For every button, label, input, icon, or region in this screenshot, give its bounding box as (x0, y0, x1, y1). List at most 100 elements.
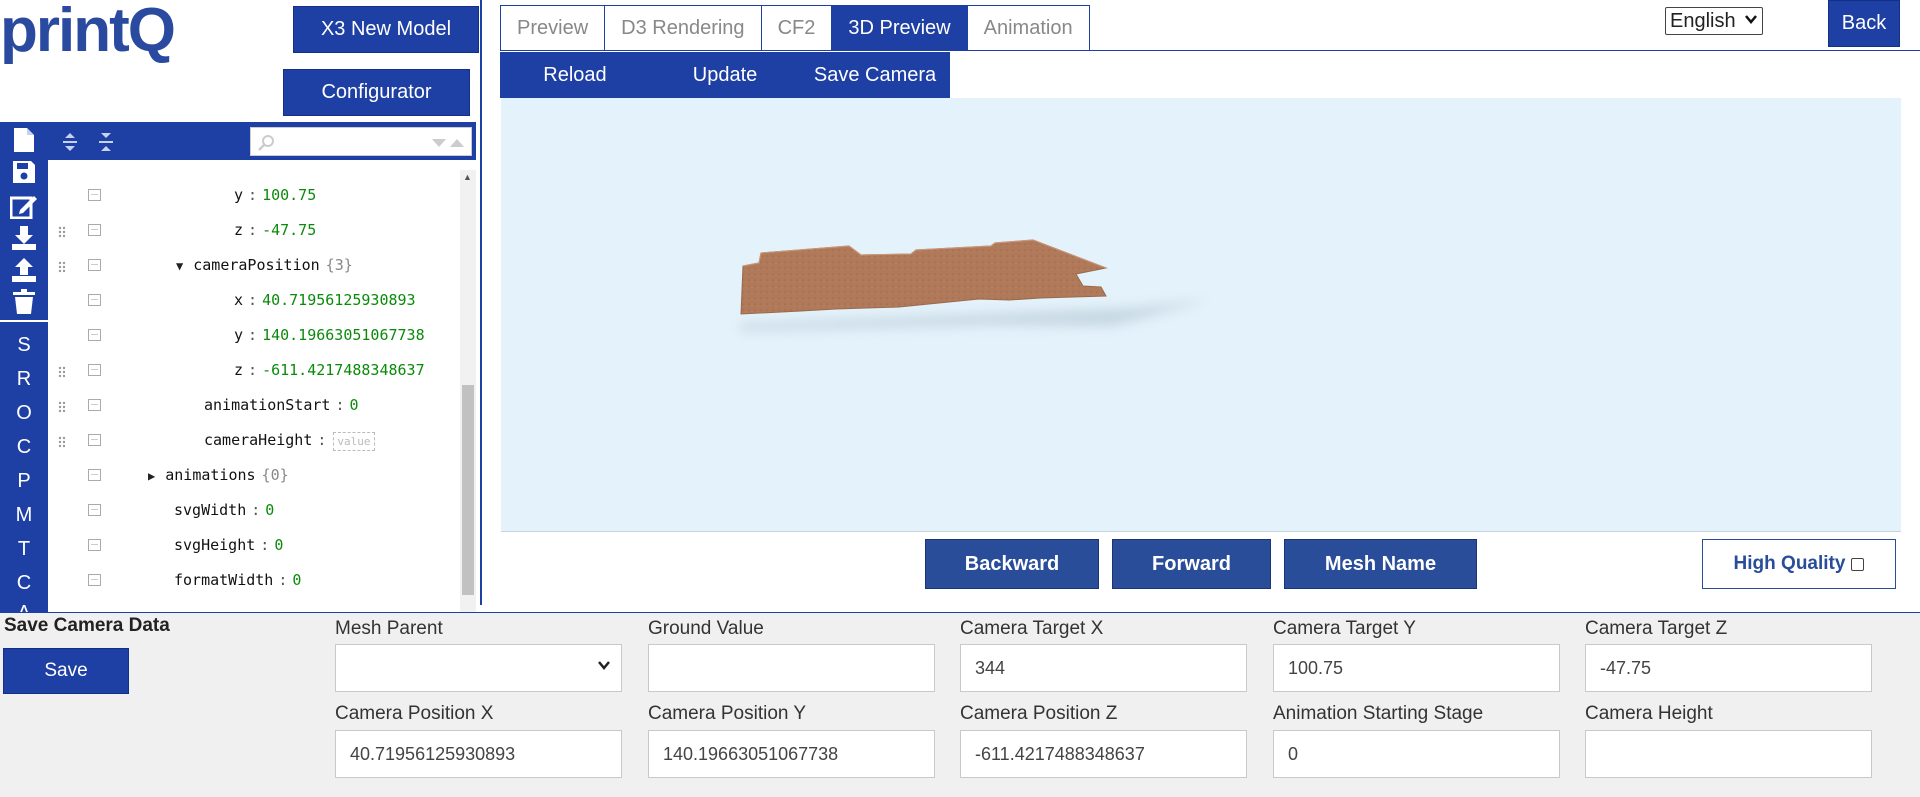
row-menu-icon[interactable] (88, 224, 101, 236)
tree-scrollbar-thumb[interactable] (462, 385, 474, 595)
tree-row[interactable]: cameraHeight: value (48, 423, 460, 457)
tree-row[interactable]: x:40.71956125930893 (48, 283, 460, 317)
row-menu-icon[interactable] (88, 434, 101, 446)
camera-target-z-input[interactable]: -47.75 (1585, 644, 1872, 692)
camera-target-z-label: Camera Target Z (1585, 618, 1728, 639)
camera-position-y-label: Camera Position Y (648, 703, 807, 724)
camera-height-label: Camera Height (1585, 703, 1713, 724)
forward-button[interactable]: Forward (1112, 539, 1271, 589)
side-nav-t[interactable]: T (0, 538, 48, 561)
search-previous-icon[interactable] (431, 136, 447, 154)
tree-row[interactable]: y:140.19663051067738 (48, 318, 460, 352)
camera-position-y-input[interactable]: 140.19663051067738 (648, 730, 935, 778)
language-selected: English (1670, 9, 1736, 32)
tree-row[interactable]: svgHeight:0 (48, 528, 460, 562)
tab-d3-rendering[interactable]: D3 Rendering (605, 6, 762, 50)
row-menu-icon[interactable] (88, 189, 101, 201)
row-menu-icon[interactable] (88, 574, 101, 586)
camera-target-x-input[interactable]: 344 (960, 644, 1247, 692)
save-camera-data-title: Save Camera Data (4, 615, 170, 636)
camera-position-z-label: Camera Position Z (960, 703, 1118, 724)
collapsed-triangle-icon[interactable]: ▶ (148, 469, 155, 483)
mesh-name-button[interactable]: Mesh Name (1284, 539, 1477, 589)
tree-row[interactable]: ▶ animations {0} (48, 458, 460, 492)
save-button[interactable]: Save (3, 648, 129, 694)
expand-all-icon[interactable] (62, 132, 78, 157)
new-file-icon[interactable] (10, 126, 38, 154)
backward-button[interactable]: Backward (925, 539, 1099, 589)
3d-viewport[interactable] (501, 98, 1901, 532)
camera-position-z-input[interactable]: -611.4217488348637 (960, 730, 1247, 778)
tab-cf2[interactable]: CF2 (761, 6, 833, 50)
row-menu-icon[interactable] (88, 259, 101, 271)
panel-divider (480, 0, 482, 605)
3d-model-mesh (739, 239, 1209, 331)
x3-new-model-button[interactable]: X3 New Model (293, 6, 479, 53)
row-menu-icon[interactable] (88, 364, 101, 376)
language-select[interactable]: English (1665, 7, 1763, 35)
drag-handle-icon[interactable] (58, 434, 66, 448)
tree-row[interactable]: ▼ cameraPosition {3} (48, 248, 460, 282)
collapse-all-icon[interactable] (98, 132, 114, 157)
mesh-parent-select[interactable] (335, 644, 622, 692)
side-nav-s[interactable]: S (0, 334, 48, 357)
drag-handle-icon[interactable] (58, 399, 66, 413)
edit-icon[interactable] (10, 192, 38, 220)
trash-icon[interactable] (10, 288, 38, 316)
side-nav-c2[interactable]: C (0, 572, 48, 595)
high-quality-checkbox[interactable] (1851, 557, 1865, 571)
scroll-up-arrow-icon[interactable]: ▲ (463, 172, 472, 182)
high-quality-label: High Quality (1733, 553, 1846, 574)
tree-row[interactable]: z: -611.4217488348637 (48, 353, 460, 387)
expanded-triangle-icon[interactable]: ▼ (176, 259, 183, 273)
ground-value-input[interactable] (648, 644, 935, 692)
chevron-down-icon (1744, 12, 1758, 29)
tree-search-input[interactable] (250, 127, 472, 156)
drag-handle-icon[interactable] (58, 224, 66, 238)
row-menu-icon[interactable] (88, 399, 101, 411)
download-icon[interactable] (10, 224, 38, 252)
row-menu-icon[interactable] (88, 294, 101, 306)
tree-row[interactable]: animationStart:0 (48, 388, 460, 422)
row-menu-icon[interactable] (88, 539, 101, 551)
high-quality-toggle[interactable]: High Quality (1702, 539, 1896, 589)
camera-position-x-input[interactable]: 40.71956125930893 (335, 730, 622, 778)
save-icon[interactable] (10, 158, 38, 186)
side-nav-m[interactable]: M (0, 504, 48, 527)
animation-starting-stage-input[interactable]: 0 (1273, 730, 1560, 778)
chevron-down-icon (597, 658, 611, 675)
update-button[interactable]: Update (650, 52, 800, 98)
tab-animation[interactable]: Animation (967, 6, 1089, 50)
camera-height-input[interactable] (1585, 730, 1872, 778)
side-nav-c[interactable]: C (0, 436, 48, 459)
row-menu-icon[interactable] (88, 504, 101, 516)
animation-starting-stage-label: Animation Starting Stage (1273, 703, 1484, 724)
side-nav-r[interactable]: R (0, 368, 48, 391)
tree-row[interactable]: svgWidth:0 (48, 493, 460, 527)
side-nav-p[interactable]: P (0, 470, 48, 493)
json-tree: y:100.75 z: -47.75 ▼ cameraPosition {3} x:4… (48, 170, 460, 612)
reload-button[interactable]: Reload (500, 52, 650, 98)
back-button[interactable]: Back (1828, 0, 1900, 47)
camera-position-x-label: Camera Position X (335, 703, 494, 724)
save-camera-button[interactable]: Save Camera (800, 52, 950, 98)
drag-handle-icon[interactable] (58, 259, 66, 273)
row-menu-icon[interactable] (88, 469, 101, 481)
tree-row[interactable]: z: -47.75 (48, 213, 460, 247)
printq-logo: printQ (0, 0, 176, 65)
drag-handle-icon[interactable] (58, 364, 66, 378)
tab-preview[interactable]: Preview (501, 6, 606, 50)
camera-target-y-input[interactable]: 100.75 (1273, 644, 1560, 692)
configurator-button[interactable]: Configurator (283, 69, 470, 116)
tree-row[interactable]: formatWidth:0 (48, 563, 460, 597)
row-menu-icon[interactable] (88, 329, 101, 341)
upload-icon[interactable] (10, 256, 38, 284)
side-nav-a[interactable]: A (0, 602, 48, 612)
camera-target-y-label: Camera Target Y (1273, 618, 1416, 639)
search-next-icon[interactable] (449, 136, 465, 154)
tab-3d-preview[interactable]: 3D Preview (832, 6, 968, 50)
empty-value-field[interactable]: value (333, 432, 375, 451)
tree-row[interactable]: y:100.75 (48, 178, 460, 212)
view-tabs: Preview D3 Rendering CF2 3D Preview Anim… (500, 5, 1090, 51)
side-nav-o[interactable]: O (0, 402, 48, 425)
